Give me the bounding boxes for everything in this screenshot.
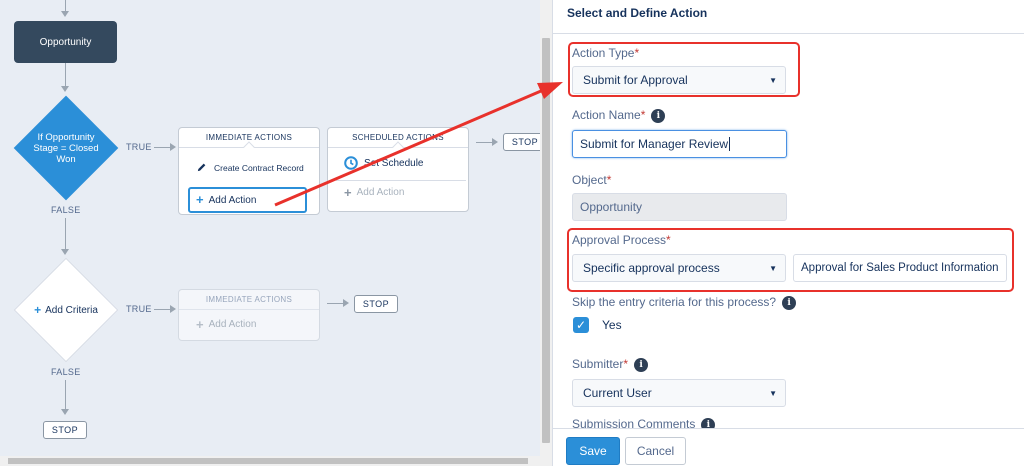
stop-node[interactable]: STOP bbox=[43, 421, 87, 439]
add-criteria-button[interactable]: + Add Criteria bbox=[18, 302, 114, 318]
object-label-text: Object bbox=[572, 173, 607, 187]
connector-line bbox=[65, 218, 66, 250]
info-icon[interactable]: i bbox=[651, 108, 666, 123]
approval-process-highlight bbox=[567, 228, 1014, 292]
connector-line bbox=[154, 309, 170, 310]
panel-title: Select and Define Action bbox=[567, 6, 708, 20]
connector-arrow bbox=[170, 143, 176, 151]
plus-icon: + bbox=[196, 192, 204, 207]
vertical-scrollbar[interactable] bbox=[540, 0, 552, 456]
text-cursor bbox=[729, 137, 731, 151]
submitter-value: Current User bbox=[583, 386, 652, 400]
horizontal-scrollbar[interactable] bbox=[0, 456, 552, 466]
connector-line bbox=[154, 147, 170, 148]
object-node[interactable]: Opportunity bbox=[14, 21, 117, 63]
info-icon[interactable]: i bbox=[634, 357, 649, 372]
divider bbox=[336, 180, 466, 181]
action-name-value: Submit for Manager Review bbox=[580, 137, 729, 151]
true-label: TRUE bbox=[126, 142, 152, 152]
required-marker: * bbox=[623, 357, 629, 371]
scrollbar-thumb[interactable] bbox=[542, 38, 550, 443]
criteria-node-label[interactable]: If Opportunity Stage = Closed Won bbox=[22, 132, 110, 165]
criteria-line-2: Stage = Closed bbox=[33, 143, 99, 154]
connector-arrow bbox=[61, 11, 69, 17]
skip-criteria-checkbox[interactable]: ✓ bbox=[573, 317, 589, 333]
connector-arrow bbox=[343, 299, 349, 307]
connector-arrow bbox=[61, 409, 69, 415]
false-label: FALSE bbox=[51, 367, 81, 377]
object-value: Opportunity bbox=[580, 200, 643, 214]
submitter-select[interactable]: Current User ▼ bbox=[572, 379, 786, 407]
submitter-label-text: Submitter bbox=[572, 357, 624, 371]
required-marker: * bbox=[640, 108, 646, 122]
object-field: Opportunity bbox=[572, 193, 787, 221]
connector-arrow bbox=[492, 138, 498, 146]
add-action-label: Add Action bbox=[208, 319, 257, 330]
action-create-contract-record[interactable]: Create Contract Record bbox=[196, 162, 304, 173]
clock-icon bbox=[344, 156, 358, 170]
criteria-line-1: If Opportunity bbox=[37, 132, 95, 143]
connector-arrow bbox=[61, 86, 69, 92]
create-contract-record-label: Create Contract Record bbox=[214, 162, 304, 173]
skip-criteria-label-text: Skip the entry criteria for this process… bbox=[572, 295, 777, 309]
info-icon[interactable]: i bbox=[782, 295, 797, 310]
stop-node[interactable]: STOP bbox=[354, 295, 398, 313]
checkbox-yes-label: Yes bbox=[602, 318, 622, 332]
connector-line bbox=[65, 380, 66, 410]
connector-line bbox=[65, 63, 66, 87]
action-type-highlight bbox=[568, 42, 800, 97]
connector-arrow bbox=[61, 249, 69, 255]
criteria-line-3: Won bbox=[56, 154, 76, 165]
add-scheduled-action-button[interactable]: + Add Action bbox=[344, 184, 405, 200]
required-marker: * bbox=[606, 173, 612, 187]
object-node-label: Opportunity bbox=[39, 36, 92, 48]
true-label: TRUE bbox=[126, 304, 152, 314]
immediate-actions-box: IMMEDIATE ACTIONS bbox=[178, 289, 320, 341]
chevron-down-icon: ▼ bbox=[769, 389, 777, 398]
plus-icon: + bbox=[196, 316, 204, 332]
cancel-button[interactable]: Cancel bbox=[625, 437, 686, 465]
submitter-label: Submitter* i bbox=[572, 357, 649, 372]
add-action-button[interactable]: + Add Action bbox=[196, 316, 257, 332]
divider bbox=[553, 33, 1024, 34]
skip-criteria-label: Skip the entry criteria for this process… bbox=[572, 295, 797, 310]
connector-arrow bbox=[170, 305, 176, 313]
action-name-label-text: Action Name bbox=[572, 108, 641, 122]
pencil-icon bbox=[197, 163, 206, 172]
save-button[interactable]: Save bbox=[566, 437, 620, 465]
immediate-actions-header: IMMEDIATE ACTIONS bbox=[179, 290, 319, 310]
panel-footer: Save Cancel bbox=[553, 428, 1024, 466]
action-panel: Select and Define Action Action Type* Su… bbox=[552, 0, 1024, 466]
check-icon: ✓ bbox=[575, 318, 587, 332]
connector-line bbox=[476, 142, 492, 143]
object-label: Object* bbox=[572, 173, 611, 187]
plus-icon: + bbox=[34, 302, 42, 317]
process-builder-canvas[interactable]: Opportunity If Opportunity Stage = Close… bbox=[0, 0, 552, 466]
connector-line bbox=[327, 303, 343, 304]
action-name-label: Action Name* i bbox=[572, 108, 666, 123]
add-criteria-label: Add Criteria bbox=[45, 304, 98, 316]
scrollbar-thumb[interactable] bbox=[8, 458, 528, 464]
set-schedule-link[interactable]: Set Schedule bbox=[344, 156, 424, 170]
add-action-label: Add Action bbox=[356, 187, 405, 198]
false-label: FALSE bbox=[51, 205, 81, 215]
add-action-button[interactable]: + Add Action bbox=[188, 187, 307, 213]
set-schedule-label: Set Schedule bbox=[364, 157, 424, 169]
plus-icon: + bbox=[344, 184, 352, 200]
action-name-input[interactable]: Submit for Manager Review bbox=[572, 130, 787, 158]
add-action-label: Add Action bbox=[208, 194, 257, 206]
